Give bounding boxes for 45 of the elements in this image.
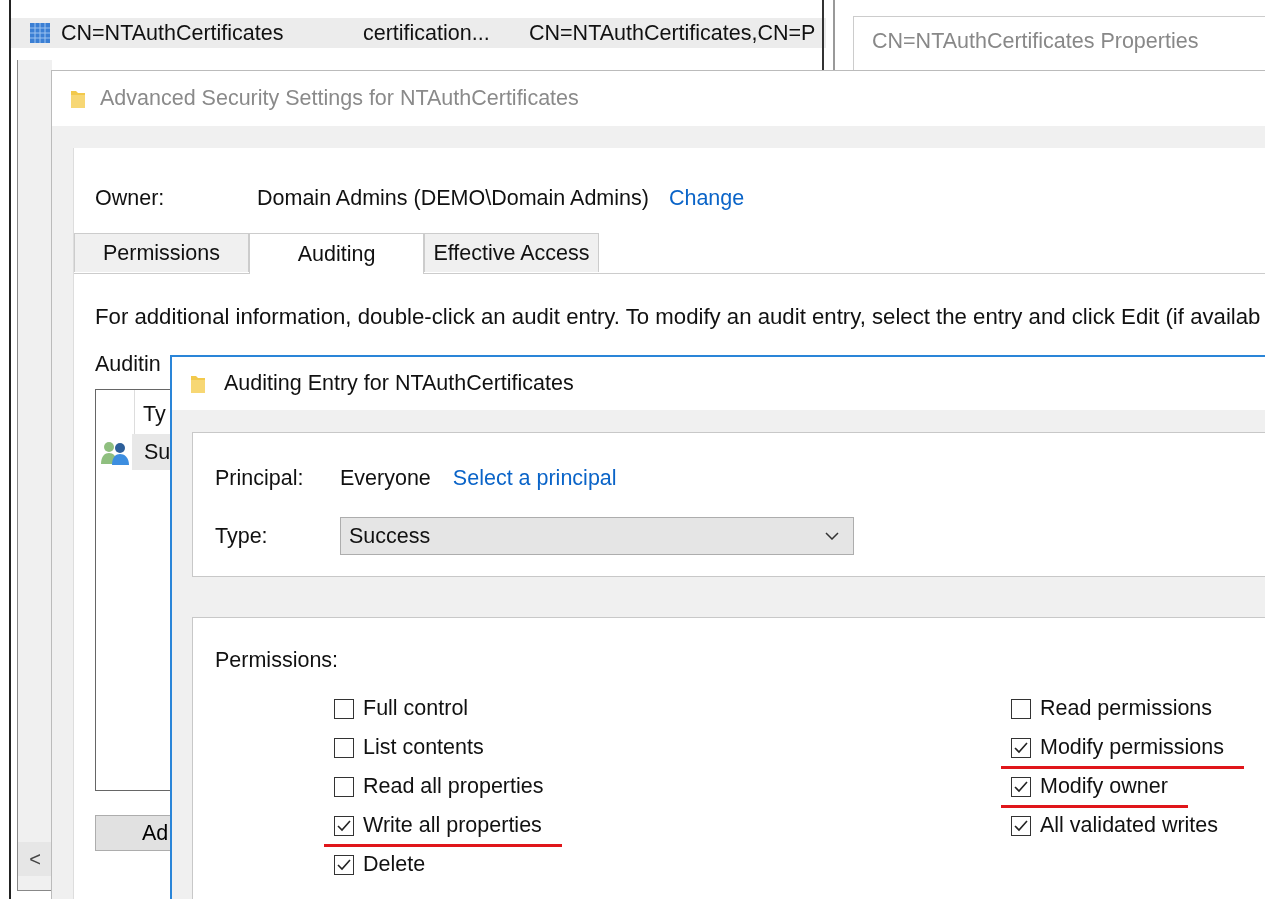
- tab[interactable]: Auditing: [249, 233, 424, 274]
- checkbox[interactable]: [334, 737, 354, 758]
- users-icon: [100, 439, 130, 465]
- checkbox[interactable]: [1011, 815, 1031, 836]
- checkbox[interactable]: [1011, 737, 1031, 758]
- list-cell-text: CN=NTAuthCertificates: [61, 20, 285, 46]
- window-title: Advanced Security Settings for NTAuthCertificates: [100, 86, 579, 111]
- field-label: Owner:: [95, 186, 166, 211]
- tab[interactable]: Effective Access: [424, 233, 599, 272]
- field-label: Permissions:: [215, 648, 340, 673]
- owner-value: Domain Admins (DEMO\Domain Admins): [257, 186, 649, 211]
- grid-icon: [29, 22, 51, 44]
- list-row[interactable]: CN=NTAuthCertificates certification... CN=NTAuthCertificates,CN=P: [11, 18, 826, 48]
- principal-value: Everyone: [340, 465, 431, 491]
- field-label: Auditin: [95, 352, 162, 377]
- checkbox[interactable]: [1011, 776, 1031, 797]
- checkbox-label: Read all properties: [363, 774, 544, 799]
- checkbox[interactable]: [334, 776, 354, 797]
- tab[interactable]: Permissions: [74, 233, 249, 272]
- checkbox-label: Modify permissions: [1040, 735, 1224, 760]
- type-dropdown[interactable]: Success: [340, 517, 854, 555]
- add-button[interactable]: Ad: [95, 815, 173, 851]
- table-cell: Su: [144, 439, 171, 465]
- checkbox-label: Modify owner: [1040, 774, 1168, 799]
- change-link[interactable]: Change: [668, 186, 745, 211]
- checkbox-label: All validated writes: [1040, 813, 1219, 838]
- checkbox-label: Write all properties: [363, 813, 542, 838]
- checkbox[interactable]: [334, 815, 354, 836]
- field-label: Type:: [215, 523, 269, 549]
- checkbox[interactable]: [334, 854, 354, 875]
- select-principal-link[interactable]: Select a principal: [452, 465, 617, 491]
- info-text: For additional information, double-click an audit entry. To modify an audit entry, select the entry and click Edit (if availab: [95, 304, 1262, 330]
- scroll-left-button[interactable]: <: [18, 842, 52, 876]
- field-label: Principal:: [215, 465, 305, 491]
- chevron-down-icon: [825, 532, 839, 540]
- checkbox[interactable]: [334, 698, 354, 719]
- checkbox[interactable]: [1011, 698, 1031, 719]
- checkbox-label: List contents: [363, 735, 484, 760]
- list-cell-text: certification...: [363, 20, 491, 46]
- checkbox-label: Full control: [363, 696, 469, 721]
- window-title: CN=NTAuthCertificates Properties: [872, 29, 1199, 53]
- checkbox-label: Read permissions: [1040, 696, 1213, 721]
- checkbox-label: Delete: [363, 852, 426, 877]
- window-title: Auditing Entry for NTAuthCertificates: [224, 371, 574, 396]
- list-cell: CN=NTAuthCertificates,CN=P: [529, 20, 816, 46]
